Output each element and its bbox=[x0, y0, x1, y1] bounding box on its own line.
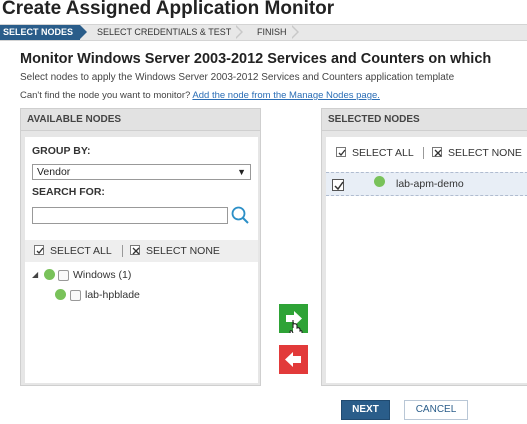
tree-node-label: lab-hpblade bbox=[85, 289, 140, 301]
arrow-right-icon bbox=[286, 311, 303, 342]
select-none-label: SELECT NONE bbox=[448, 147, 522, 159]
selected-node-lab-apm-demo[interactable]: lab-apm-demo bbox=[326, 172, 527, 196]
wizard-steps: SELECT NODES SELECT CREDENTIALS & TEST F… bbox=[0, 24, 527, 41]
collapse-triangle-icon[interactable]: ◢ bbox=[32, 267, 38, 283]
caret-down-icon: ▼ bbox=[237, 167, 246, 177]
select-none-label: SELECT NONE bbox=[146, 245, 220, 257]
selected-selection-bar: SELECT ALL SELECT NONE bbox=[326, 142, 527, 164]
next-button[interactable]: NEXT bbox=[341, 400, 390, 420]
add-selected-button[interactable] bbox=[279, 304, 308, 342]
tree-group-label: Windows (1) bbox=[73, 269, 132, 281]
tree-group-windows[interactable]: ◢ Windows (1) bbox=[31, 267, 251, 283]
selected-nodes-header: SELECTED NODES bbox=[322, 109, 527, 131]
selected-node-checkbox[interactable] bbox=[332, 179, 344, 191]
wizard-step-separator bbox=[235, 25, 243, 39]
select-all-icon bbox=[336, 147, 346, 157]
tree-group-checkbox[interactable] bbox=[58, 270, 69, 281]
group-by-select[interactable]: Vendor ▼ bbox=[32, 164, 251, 180]
search-input[interactable] bbox=[32, 207, 228, 224]
wizard-step-arrow bbox=[80, 25, 87, 39]
divider bbox=[423, 147, 424, 159]
hint-text: Can't find the node you want to monitor?… bbox=[20, 90, 380, 101]
tree-node-checkbox[interactable] bbox=[70, 290, 81, 301]
hint-label: Can't find the node you want to monitor? bbox=[20, 90, 191, 101]
status-up-dot-icon bbox=[55, 289, 66, 300]
remove-selected-button[interactable] bbox=[279, 345, 308, 374]
wizard-step-select-nodes[interactable]: SELECT NODES bbox=[0, 25, 80, 40]
available-nodes-panel: AVAILABLE NODES GROUP BY: Vendor ▼ SEARC… bbox=[20, 108, 261, 386]
select-all-label: SELECT ALL bbox=[50, 245, 112, 257]
description-text: Select nodes to apply the Windows Server… bbox=[20, 72, 455, 83]
divider bbox=[122, 245, 123, 257]
status-up-dot-icon bbox=[44, 269, 55, 280]
select-all-label: SELECT ALL bbox=[352, 147, 414, 159]
available-selection-bar: SELECT ALL SELECT NONE bbox=[25, 240, 258, 262]
status-up-dot-icon bbox=[374, 176, 385, 187]
arrow-left-icon bbox=[285, 352, 301, 367]
selected-nodes-panel: SELECTED NODES SELECT ALL SELECT NONE la… bbox=[321, 108, 527, 386]
selected-nodes-body: SELECT ALL SELECT NONE lab-apm-demo bbox=[326, 137, 527, 383]
available-nodes-body: GROUP BY: Vendor ▼ SEARCH FOR: SELECT AL… bbox=[25, 137, 258, 383]
select-none-icon bbox=[432, 147, 442, 157]
wizard-step-separator bbox=[291, 25, 299, 39]
group-by-value: Vendor bbox=[37, 166, 71, 178]
manage-nodes-link[interactable]: Add the node from the Manage Nodes page. bbox=[192, 90, 380, 101]
group-by-label: GROUP BY: bbox=[32, 145, 91, 157]
cancel-button[interactable]: CANCEL bbox=[404, 400, 468, 420]
page-title: Create Assigned Application Monitor bbox=[2, 0, 335, 19]
wizard-step-select-credentials[interactable]: SELECT CREDENTIALS & TEST bbox=[97, 25, 231, 40]
wizard-step-finish[interactable]: FINISH bbox=[257, 25, 287, 40]
selected-node-label: lab-apm-demo bbox=[396, 178, 464, 190]
available-nodes-header: AVAILABLE NODES bbox=[21, 109, 260, 131]
search-icon[interactable] bbox=[230, 205, 250, 225]
main-heading: Monitor Windows Server 2003-2012 Service… bbox=[20, 51, 492, 67]
tree-node-lab-hpblade[interactable]: lab-hpblade bbox=[55, 287, 251, 303]
select-none-icon bbox=[130, 245, 140, 255]
search-for-label: SEARCH FOR: bbox=[32, 186, 105, 198]
select-all-icon bbox=[34, 245, 44, 255]
